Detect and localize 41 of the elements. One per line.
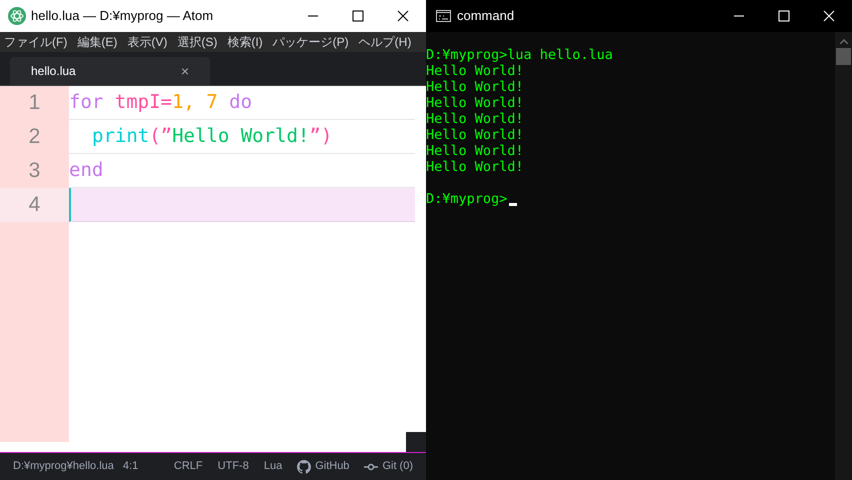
scroll-thumb[interactable]: [836, 48, 851, 65]
output-line: Hello World!: [426, 95, 525, 111]
window-title: command: [457, 7, 514, 26]
menu-item[interactable]: パッケージ(P): [272, 33, 349, 51]
output-line: Hello World!: [426, 79, 525, 95]
menu-item[interactable]: 選択(S): [177, 33, 218, 51]
grammar[interactable]: Lua: [264, 458, 282, 475]
file-path[interactable]: D:¥myprog¥hello.lua: [13, 458, 114, 475]
output-line: Hello World!: [426, 143, 525, 159]
output-line: Hello World!: [426, 159, 525, 175]
commit-icon[interactable]: [364, 462, 378, 470]
output-line: Hello World!: [426, 111, 525, 127]
git-label[interactable]: Git (0): [382, 458, 413, 475]
editor-tab[interactable]: hello.lua ×: [10, 57, 210, 85]
menu-item[interactable]: ファイル(F): [4, 33, 68, 51]
line-ending[interactable]: CRLF: [174, 458, 203, 475]
window-title: hello.lua — D:¥myprog — Atom: [31, 7, 214, 26]
line-number: 1: [28, 90, 40, 116]
output-line: Hello World!: [426, 63, 525, 79]
menu-item[interactable]: 編集(E): [77, 33, 118, 51]
output-line: Hello World!: [426, 127, 525, 143]
atom-logo-icon: [8, 7, 26, 25]
output-line: D:¥myprog>lua hello.lua: [426, 47, 614, 63]
line-number: 3: [28, 158, 40, 184]
octocat-icon[interactable]: [297, 460, 312, 474]
scrollbar[interactable]: [835, 32, 852, 480]
close-tab-button[interactable]: ×: [180, 60, 189, 82]
terminal-icon: [436, 10, 451, 22]
scroll-up-icon[interactable]: [840, 39, 848, 44]
prompt: D:¥myprog>: [426, 191, 508, 207]
github-label[interactable]: GitHub: [315, 458, 350, 475]
menu-item[interactable]: 表示(V): [127, 33, 168, 51]
close-icon[interactable]: [397, 10, 409, 22]
menu-item[interactable]: 検索(I): [227, 33, 263, 51]
maximize-icon[interactable]: [352, 10, 364, 22]
encoding[interactable]: UTF-8: [218, 458, 249, 475]
line-number: 4: [28, 192, 40, 218]
menu-item[interactable]: ヘルプ(H): [358, 33, 412, 51]
text-cursor: [509, 203, 518, 206]
line-number: 2: [28, 124, 40, 150]
cursor-position[interactable]: 4:1: [122, 458, 138, 475]
